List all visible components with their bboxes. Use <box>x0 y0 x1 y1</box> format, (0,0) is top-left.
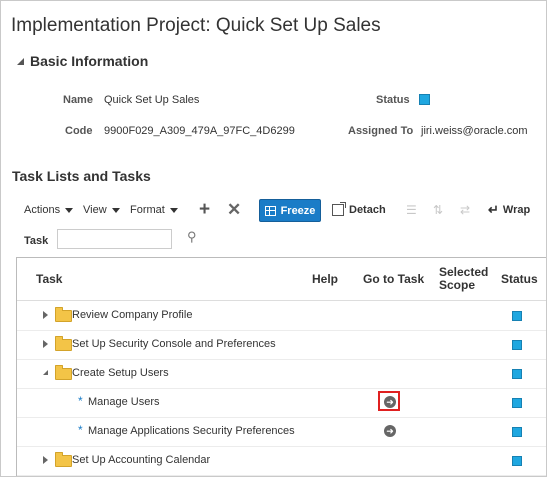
wrap-label: Wrap <box>502 204 531 216</box>
expand-triangle-icon[interactable] <box>43 311 48 319</box>
wrap-lines-icon[interactable]: ☰ <box>406 197 417 223</box>
status-label: Status <box>376 94 410 106</box>
view-label: View <box>83 204 107 216</box>
folder-icon <box>55 452 72 467</box>
collapse-triangle-icon[interactable] <box>17 57 24 65</box>
task-label[interactable]: Manage Applications Security Preferences <box>88 425 295 437</box>
assigned-label: Assigned To <box>348 125 414 137</box>
basic-info-header[interactable]: Basic Information <box>17 53 148 69</box>
status-indicator <box>512 398 522 408</box>
task-label[interactable]: Manage Users <box>88 396 160 408</box>
expand-triangle-icon[interactable] <box>43 340 48 348</box>
chevron-down-icon <box>65 207 74 213</box>
task-table: Task Help Go to Task Selected Scope Stat… <box>16 257 546 476</box>
format-menu[interactable]: Format <box>130 197 178 223</box>
col-selected-scope[interactable]: Selected Scope <box>439 258 488 300</box>
required-marker: * <box>78 394 83 408</box>
table-row[interactable]: * Manage Users ➜ <box>17 388 546 418</box>
col-status[interactable]: Status <box>501 258 538 300</box>
task-lists-title: Task Lists and Tasks <box>12 168 151 184</box>
status-indicator <box>512 340 522 350</box>
page-title: Implementation Project: Quick Set Up Sal… <box>11 15 381 36</box>
wrap-button[interactable]: ↵ Wrap <box>488 197 530 223</box>
freeze-button[interactable]: Freeze <box>259 199 321 222</box>
status-indicator <box>419 94 430 105</box>
task-toolbar: Actions View Format + ✕ Freeze Detach ☰ … <box>1 197 546 223</box>
task-label[interactable]: Set Up Accounting Calendar <box>72 454 210 466</box>
expand-triangle-icon[interactable] <box>43 456 48 464</box>
name-value: Quick Set Up Sales <box>104 94 200 106</box>
table-row[interactable]: Create Setup Users <box>17 359 546 389</box>
status-indicator <box>512 456 522 466</box>
detach-label: Detach <box>349 204 386 216</box>
collapse-triangle-icon[interactable] <box>43 370 48 375</box>
page-frame: Implementation Project: Quick Set Up Sal… <box>0 0 547 477</box>
status-indicator <box>512 369 522 379</box>
table-header: Task Help Go to Task Selected Scope Stat… <box>17 258 546 301</box>
status-indicator <box>512 311 522 321</box>
table-row[interactable]: Set Up Accounting Calendar <box>17 446 546 476</box>
required-marker: * <box>78 423 83 437</box>
chevron-down-icon <box>169 207 178 213</box>
x-icon[interactable]: ✕ <box>227 197 241 223</box>
col-help[interactable]: Help <box>312 258 338 300</box>
detach-icon <box>332 202 346 216</box>
wrap-arrow-icon: ↵ <box>488 202 499 217</box>
col-scope-line2: Scope <box>439 278 476 292</box>
table-row[interactable]: Review Company Profile <box>17 301 546 331</box>
actions-label: Actions <box>24 204 61 216</box>
detach-button[interactable]: Detach <box>332 197 386 223</box>
status-indicator <box>512 427 522 437</box>
task-label[interactable]: Set Up Security Console and Preferences <box>72 338 276 350</box>
view-menu[interactable]: View <box>83 197 120 223</box>
actions-menu[interactable]: Actions <box>24 197 74 223</box>
freeze-icon <box>264 205 276 216</box>
code-label: Code <box>65 125 93 137</box>
format-label: Format <box>130 204 165 216</box>
folder-icon <box>55 336 72 351</box>
filter-label: Task <box>24 235 49 247</box>
col-task[interactable]: Task <box>36 258 62 300</box>
basic-info-title: Basic Information <box>30 53 149 69</box>
task-filter-input[interactable] <box>57 229 172 249</box>
task-label[interactable]: Create Setup Users <box>72 367 169 379</box>
assigned-value: jiri.weiss@oracle.com <box>421 125 528 137</box>
table-row[interactable]: * Manage Applications Security Preferenc… <box>17 417 546 447</box>
plus-icon[interactable]: + <box>199 197 210 223</box>
name-label: Name <box>63 94 93 106</box>
col-goto[interactable]: Go to Task <box>363 258 424 300</box>
table-row[interactable]: Set Up Security Console and Preferences <box>17 330 546 360</box>
columns-icon[interactable]: ⇄ <box>460 197 470 223</box>
align-icon[interactable]: ⇅ <box>433 197 443 223</box>
folder-icon <box>55 365 72 380</box>
freeze-label: Freeze <box>280 204 316 217</box>
folder-icon <box>55 307 72 322</box>
task-label[interactable]: Review Company Profile <box>72 309 192 321</box>
chevron-down-icon <box>111 207 120 213</box>
go-to-task-icon[interactable]: ➜ <box>384 396 396 408</box>
code-value: 9900F029_A309_479A_97FC_4D6299 <box>104 125 295 137</box>
go-to-task-icon[interactable]: ➜ <box>384 425 396 437</box>
search-icon[interactable]: ⚲ <box>187 229 197 245</box>
